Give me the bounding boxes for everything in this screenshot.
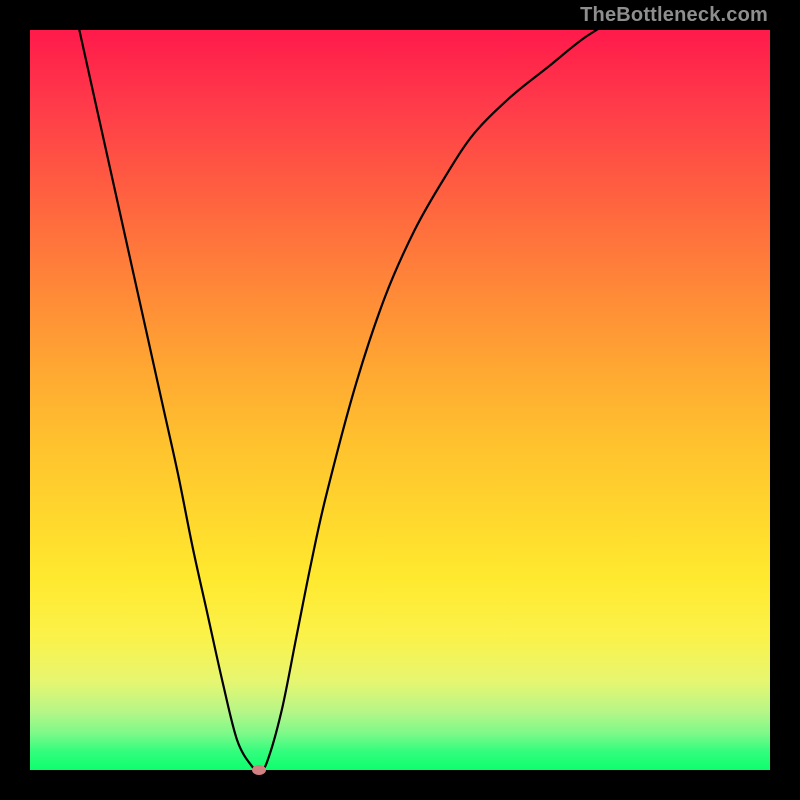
watermark-text: TheBottleneck.com bbox=[580, 4, 768, 27]
bottleneck-curve bbox=[30, 0, 770, 770]
curve-layer bbox=[30, 30, 770, 770]
minimum-marker bbox=[252, 765, 266, 775]
chart-container: TheBottleneck.com bbox=[0, 0, 800, 800]
